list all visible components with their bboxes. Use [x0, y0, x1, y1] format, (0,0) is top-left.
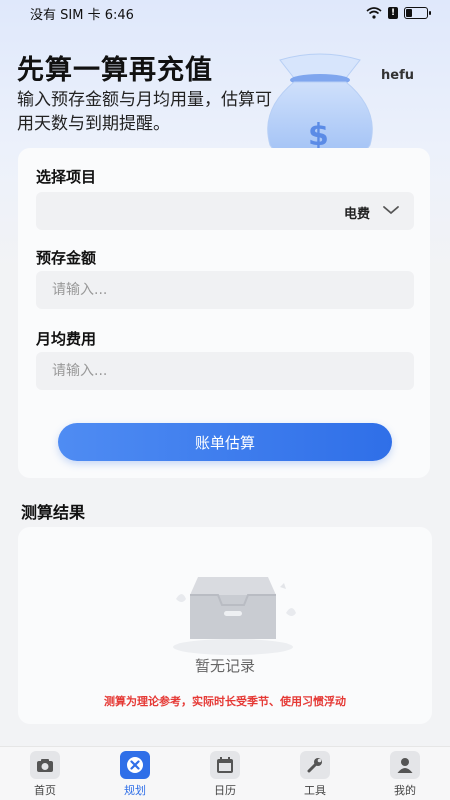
- tab-mine[interactable]: 我的: [370, 747, 440, 800]
- project-select-value: 电费: [343, 207, 370, 222]
- battery-icon: [404, 7, 431, 19]
- tab-home-label: 首页: [34, 784, 56, 797]
- result-section-title: 测算结果: [21, 503, 86, 522]
- empty-state-text: 暂无记录: [194, 657, 255, 675]
- page-title: 先算一算再充值: [17, 55, 213, 86]
- alert-icon: !: [388, 7, 398, 19]
- wrench-icon: [300, 751, 330, 779]
- bottom-tab-bar: 首页 规划 日历 工具 我的: [0, 746, 450, 800]
- calendar-icon: [210, 751, 240, 779]
- plan-icon: [120, 751, 150, 779]
- estimate-button[interactable]: 账单估算: [58, 423, 392, 461]
- deposit-input[interactable]: [36, 271, 414, 309]
- wifi-icon: [366, 7, 382, 19]
- result-card: 暂无记录 测算为理论参考，实际时长受季节、使用习惯浮动: [18, 527, 432, 724]
- monthly-input[interactable]: [36, 352, 414, 390]
- tab-plan[interactable]: 规划: [100, 747, 170, 800]
- tab-calendar[interactable]: 日历: [190, 747, 260, 800]
- tab-mine-label: 我的: [394, 784, 416, 797]
- project-label: 选择项目: [36, 168, 97, 186]
- estimate-form-card: 选择项目 电费 预存金额 月均费用 账单估算: [18, 148, 430, 478]
- money-bag-illustration: $: [267, 53, 373, 160]
- monthly-field-wrapper: [36, 352, 414, 390]
- carrier-time: 没有 SIM 卡 6:46: [30, 7, 134, 23]
- user-icon: [390, 751, 420, 779]
- chevron-down-icon: [383, 206, 399, 215]
- brand-label: hefu: [381, 68, 414, 83]
- empty-inbox-icon: [173, 577, 296, 655]
- deposit-label: 预存金额: [36, 249, 97, 267]
- battery-level: [406, 9, 412, 17]
- tab-calendar-label: 日历: [214, 784, 236, 797]
- tab-tools[interactable]: 工具: [280, 747, 350, 800]
- tab-home[interactable]: 首页: [10, 747, 80, 800]
- project-select[interactable]: 电费: [36, 192, 414, 230]
- disclaimer-text: 测算为理论参考，实际时长受季节、使用习惯浮动: [104, 695, 346, 708]
- status-bar: 没有 SIM 卡 6:46 !: [0, 0, 450, 26]
- home-icon: [30, 751, 60, 779]
- page-subtitle: 输入预存金额与月均用量，估算可用天数与到期提醒。: [17, 90, 272, 134]
- tab-plan-label: 规划: [124, 784, 146, 797]
- monthly-label: 月均费用: [36, 330, 97, 348]
- deposit-field-wrapper: [36, 271, 414, 309]
- tab-tools-label: 工具: [304, 784, 326, 797]
